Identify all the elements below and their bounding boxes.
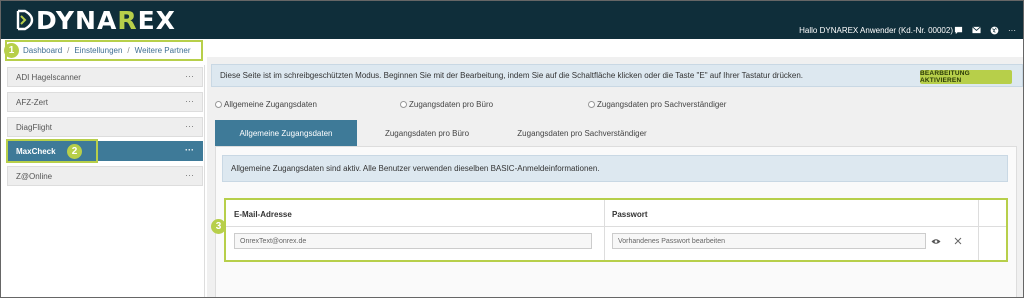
tab-general-credentials[interactable]: Allgemeine Zugangsdaten xyxy=(215,120,357,146)
radio-circle[interactable] xyxy=(588,100,595,108)
chat-icon[interactable] xyxy=(953,25,963,35)
logo-text: DYNAREX xyxy=(36,5,176,35)
radio-circle[interactable] xyxy=(400,100,407,108)
sidebar-item-label: Z@Online xyxy=(16,171,53,181)
tab-expert-credentials[interactable]: Zugangsdaten pro Sachverständiger xyxy=(497,120,667,146)
password-field[interactable]: Vorhandenes Passwort bearbeiten xyxy=(612,233,926,249)
credentials-table: E-Mail-Adresse Passwort OnrexText@onrex.… xyxy=(224,198,1008,262)
column-divider xyxy=(604,200,605,260)
readonly-notice: Diese Seite ist im schreibgeschützten Mo… xyxy=(211,64,1023,87)
enable-edit-button[interactable]: BEARBEITUNG AKTIVIEREN xyxy=(920,70,1012,84)
email-field[interactable]: OnrexText@onrex.de xyxy=(234,233,592,249)
callout-badge-2: 2 xyxy=(67,144,82,159)
clear-password-icon[interactable] xyxy=(952,234,964,248)
more-icon[interactable]: ··· xyxy=(1007,25,1017,35)
sidebar-item-diagflight[interactable]: DiagFlight ··· xyxy=(7,117,203,137)
breadcrumb-einstellungen[interactable]: Einstellungen xyxy=(74,46,122,55)
dynarex-logo[interactable]: DYNAREX xyxy=(15,5,176,35)
more-options-icon[interactable]: ··· xyxy=(185,145,194,155)
callout-badge-3: 3 xyxy=(211,219,226,234)
main-content: Diese Seite ist im schreibgeschützten Mo… xyxy=(207,57,1023,297)
info-message: Allgemeine Zugangsdaten sind aktiv. Alle… xyxy=(222,155,1008,182)
column-divider xyxy=(978,200,979,260)
radio-label: Zugangsdaten pro Sachverständiger xyxy=(597,99,727,109)
column-header-password: Passwort xyxy=(612,210,648,219)
radio-label: Zugangsdaten pro Büro xyxy=(409,99,494,109)
user-greeting: Hallo DYNAREX Anwender (Kd.-Nr. 00002) xyxy=(799,26,953,35)
breadcrumb-separator: / xyxy=(127,46,130,55)
radio-general-credentials[interactable]: Allgemeine Zugangsdaten xyxy=(215,98,317,110)
highlight-outline-maxcheck xyxy=(6,139,98,163)
globe-icon[interactable] xyxy=(989,25,999,35)
radio-expert-credentials[interactable]: Zugangsdaten pro Sachverständiger xyxy=(588,98,726,110)
breadcrumb-weitere-partner[interactable]: Weitere Partner xyxy=(135,46,191,55)
sidebar-item-label: ADI Hagelscanner xyxy=(16,72,81,82)
top-header: DYNAREX Hallo DYNAREX Anwender (Kd.-Nr. … xyxy=(1,1,1023,39)
mail-icon[interactable] xyxy=(971,25,981,35)
partner-sidebar: ADI Hagelscanner ··· AFZ-Zert ··· DiagFl… xyxy=(1,65,205,297)
header-icons: ··· xyxy=(953,25,1017,35)
sidebar-item-adi-hagelscanner[interactable]: ADI Hagelscanner ··· xyxy=(7,67,203,87)
more-options-icon[interactable]: ··· xyxy=(185,96,194,106)
sidebar-item-label: AFZ-Zert xyxy=(16,97,48,107)
sidebar-item-afz-zert[interactable]: AFZ-Zert ··· xyxy=(7,92,203,112)
more-options-icon[interactable]: ··· xyxy=(185,121,194,131)
sidebar-item-z-online[interactable]: Z@Online ··· xyxy=(7,166,203,186)
credentials-tabs: Allgemeine Zugangsdaten Zugangsdaten pro… xyxy=(215,120,667,146)
breadcrumb-dashboard[interactable]: Dashboard xyxy=(23,46,62,55)
show-password-icon[interactable] xyxy=(930,234,942,248)
logo-mark-icon xyxy=(16,9,34,31)
radio-label: Allgemeine Zugangsdaten xyxy=(224,99,317,109)
tab-office-credentials[interactable]: Zugangsdaten pro Büro xyxy=(357,120,497,146)
radio-circle[interactable] xyxy=(215,100,222,108)
breadcrumb: Dashboard / Einstellungen / Weitere Part… xyxy=(5,40,203,61)
more-options-icon[interactable]: ··· xyxy=(185,170,194,180)
column-header-email: E-Mail-Adresse xyxy=(234,210,292,219)
sidebar-item-label: DiagFlight xyxy=(16,122,53,132)
readonly-notice-text: Diese Seite ist im schreibgeschützten Mo… xyxy=(220,71,804,80)
breadcrumb-separator: / xyxy=(67,46,70,55)
radio-office-credentials[interactable]: Zugangsdaten pro Büro xyxy=(400,98,493,110)
row-divider xyxy=(226,226,1006,227)
app-window: DYNAREX Hallo DYNAREX Anwender (Kd.-Nr. … xyxy=(0,0,1024,298)
tab-panel-general: Allgemeine Zugangsdaten sind aktiv. Alle… xyxy=(211,146,1017,297)
callout-badge-1: 1 xyxy=(4,43,19,58)
more-options-icon[interactable]: ··· xyxy=(185,71,194,81)
